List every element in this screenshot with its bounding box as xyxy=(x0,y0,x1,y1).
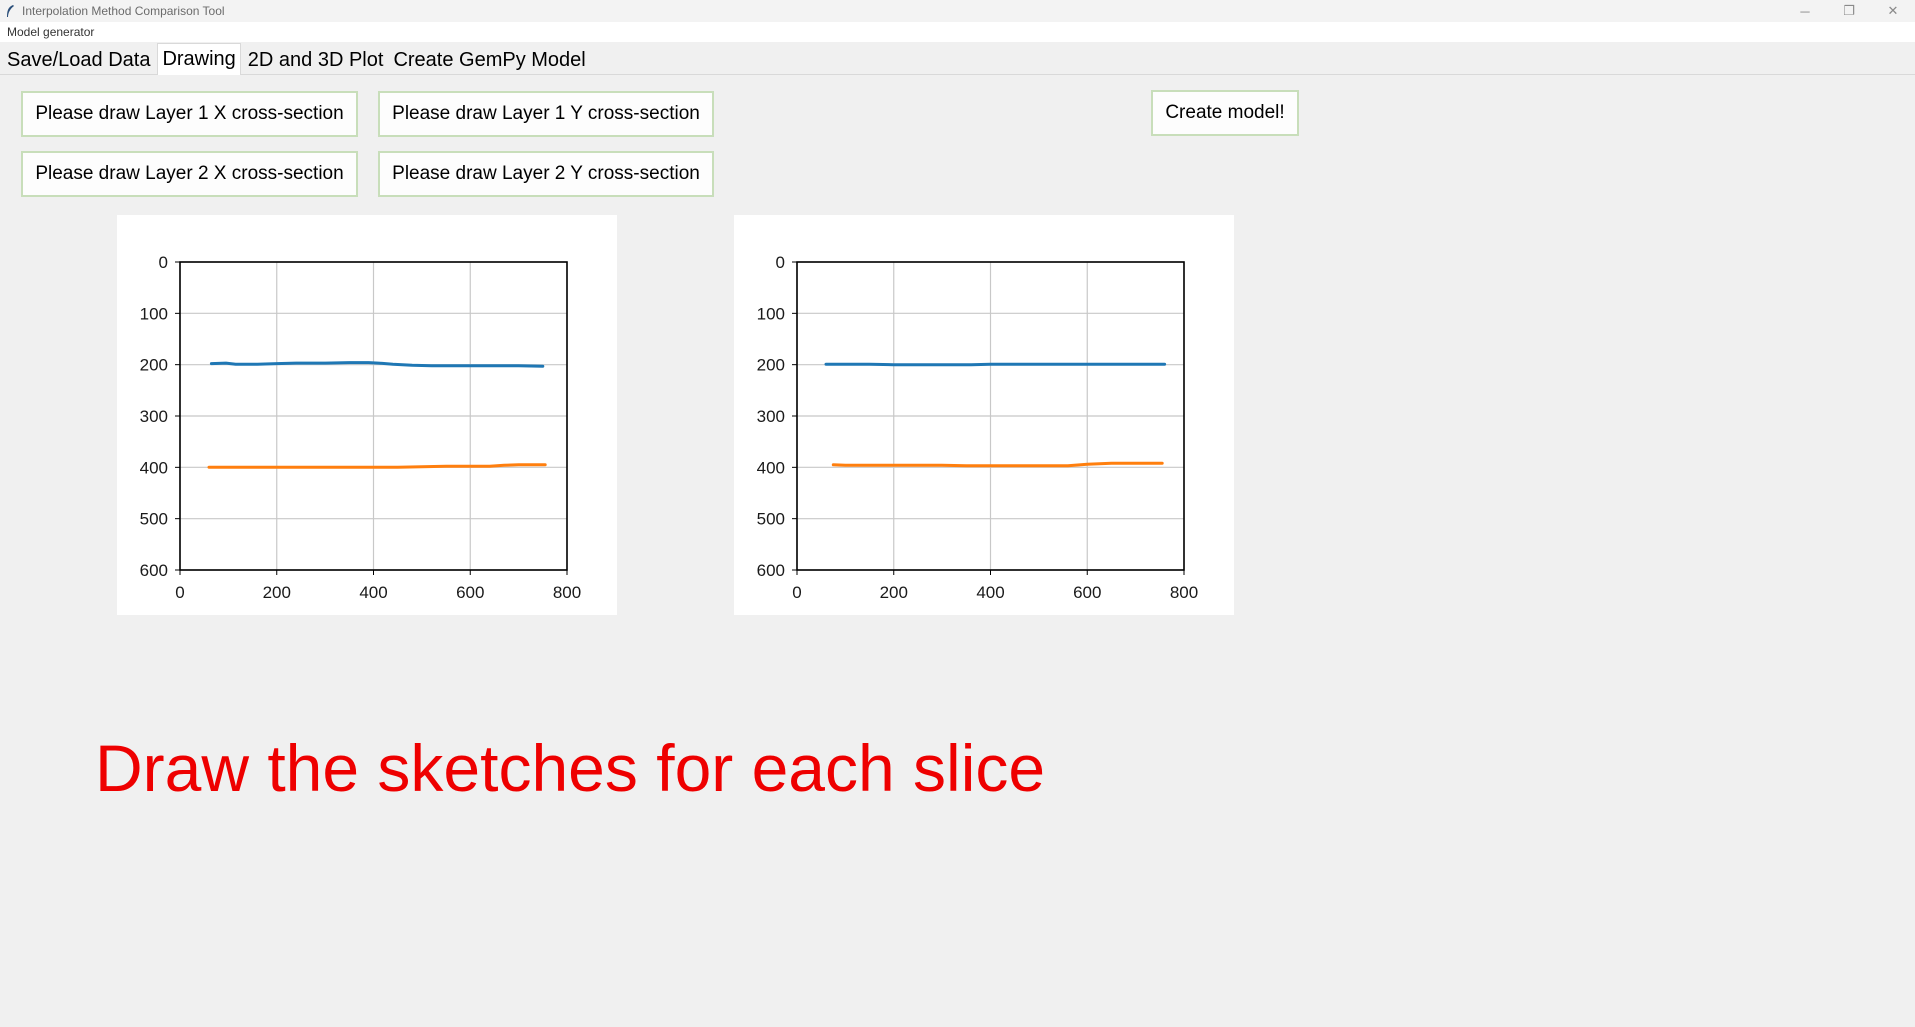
x-tick-label: 200 xyxy=(880,583,908,602)
y-tick-label: 300 xyxy=(757,407,785,426)
x-tick-label: 0 xyxy=(175,583,184,602)
x-tick-label: 400 xyxy=(359,583,387,602)
y-tick-label: 600 xyxy=(140,561,168,580)
y-cross-section-chart[interactable]: 0 200 400 600 800 0 100 200 300 400 500 600 xyxy=(734,215,1234,615)
x-tick-label: 400 xyxy=(976,583,1004,602)
draw-layer2-x-button[interactable]: Please draw Layer 2 X cross-section xyxy=(21,151,358,197)
restore-button[interactable]: ❐ xyxy=(1827,0,1871,22)
window-controls: ─ ❐ ✕ xyxy=(1783,0,1915,22)
tab-save-load-data[interactable]: Save/Load Data xyxy=(4,46,153,74)
y-tick-label: 300 xyxy=(140,407,168,426)
y-tick-label: 400 xyxy=(757,458,785,477)
feather-icon xyxy=(7,5,14,17)
x-tick-label: 600 xyxy=(1073,583,1101,602)
instruction-banner: Draw the sketches for each slice xyxy=(95,731,1046,805)
x-cross-section-plot[interactable]: 0 200 400 600 800 0 100 200 300 400 500 600 xyxy=(117,215,617,615)
y-cross-section-plot[interactable]: 0 200 400 600 800 0 100 200 300 400 500 600 xyxy=(734,215,1234,615)
y-tick-label: 0 xyxy=(776,253,785,272)
window-subtitle: Model generator xyxy=(7,25,95,39)
subtitle-bar: Model generator xyxy=(0,22,1915,42)
y-tick-label: 200 xyxy=(757,356,785,375)
y-tick-label: 600 xyxy=(757,561,785,580)
y-tick-label: 500 xyxy=(140,510,168,529)
x-tick-label: 0 xyxy=(792,583,801,602)
tab-2d-3d-plot[interactable]: 2D and 3D Plot xyxy=(245,46,387,74)
x-cross-section-chart[interactable]: 0 200 400 600 800 0 100 200 300 400 500 600 xyxy=(117,215,617,615)
x-tick-label: 200 xyxy=(263,583,291,602)
draw-layer1-y-button[interactable]: Please draw Layer 1 Y cross-section xyxy=(378,91,714,137)
minimize-button[interactable]: ─ xyxy=(1783,0,1827,22)
tab-drawing[interactable]: Drawing xyxy=(157,43,241,75)
layer-2-line xyxy=(207,463,547,469)
y-tick-label: 500 xyxy=(757,510,785,529)
close-button[interactable]: ✕ xyxy=(1871,0,1915,22)
draw-layer2-y-button[interactable]: Please draw Layer 2 Y cross-section xyxy=(378,151,714,197)
create-model-button[interactable]: Create model! xyxy=(1151,90,1299,136)
x-tick-label: 600 xyxy=(456,583,484,602)
x-tick-label: 800 xyxy=(553,583,581,602)
layer-1-line xyxy=(824,362,1167,367)
tab-create-gempy-model[interactable]: Create GemPy Model xyxy=(390,46,588,74)
layer-2-line xyxy=(831,461,1164,468)
x-tick-label: 800 xyxy=(1170,583,1198,602)
draw-layer1-x-button[interactable]: Please draw Layer 1 X cross-section xyxy=(21,91,358,137)
title-bar: Interpolation Method Comparison Tool ─ ❐… xyxy=(0,0,1915,22)
y-tick-label: 0 xyxy=(159,253,168,272)
y-tick-label: 100 xyxy=(757,304,785,323)
tab-bar: Save/Load Data Drawing 2D and 3D Plot Cr… xyxy=(0,43,1915,75)
window-title: Interpolation Method Comparison Tool xyxy=(22,4,225,18)
y-tick-label: 100 xyxy=(140,304,168,323)
y-tick-label: 200 xyxy=(140,356,168,375)
layer-1-line xyxy=(209,361,545,368)
y-tick-label: 400 xyxy=(140,458,168,477)
